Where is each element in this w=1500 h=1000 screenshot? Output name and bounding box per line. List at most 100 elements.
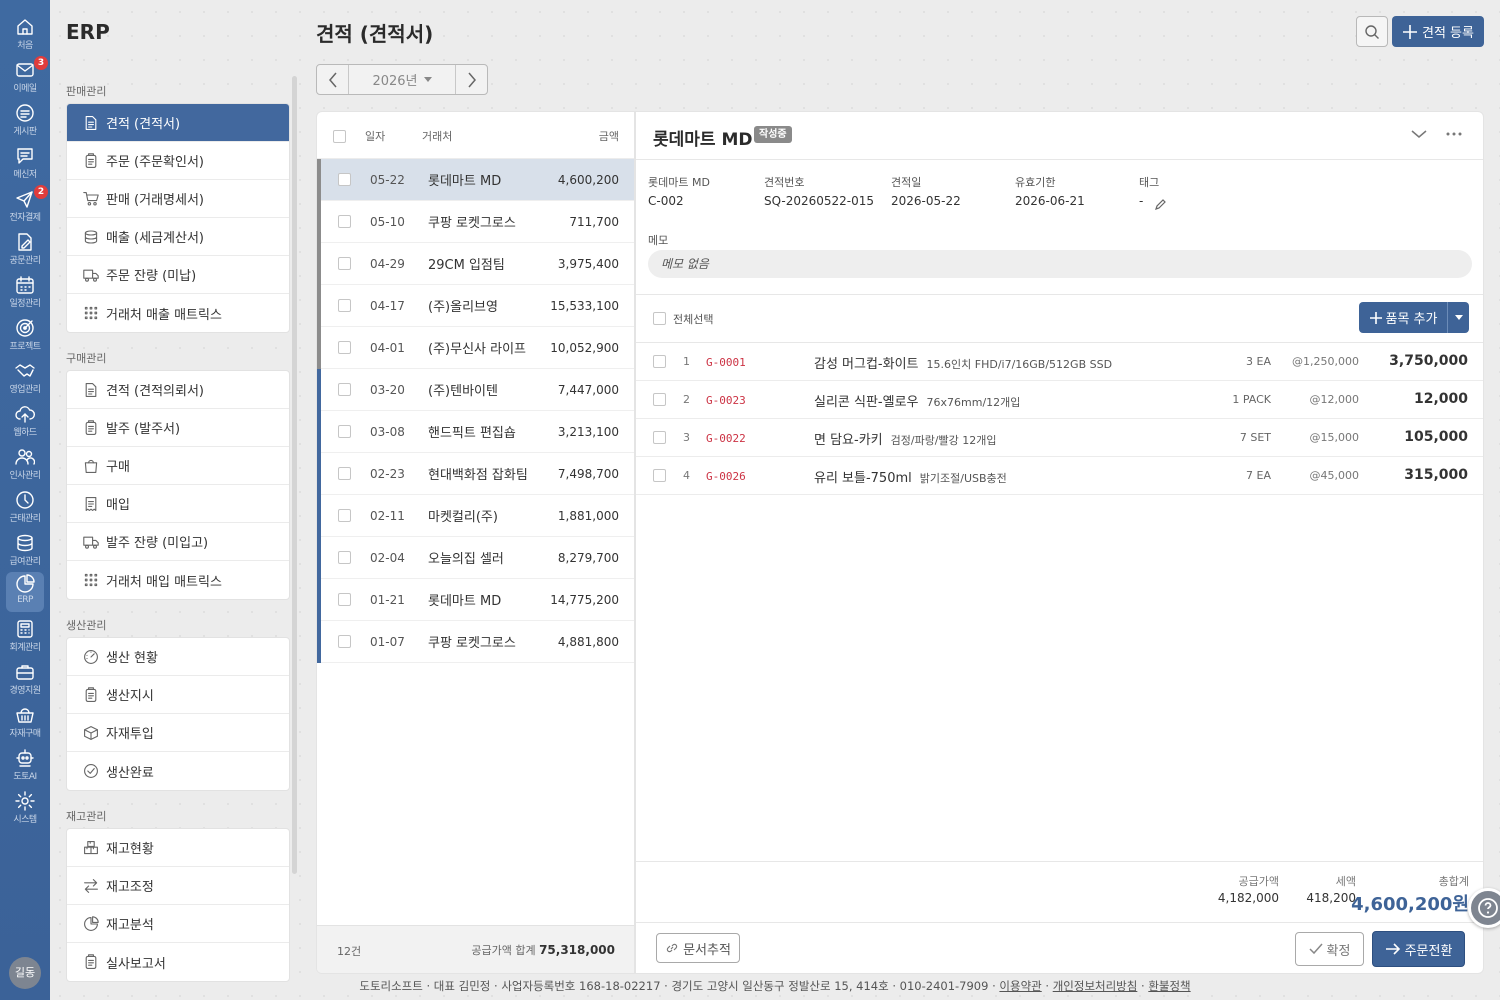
arrow-right-icon bbox=[1385, 943, 1400, 955]
row-checkbox[interactable] bbox=[338, 383, 351, 396]
convert-to-order-button[interactable]: 주문전환 bbox=[1372, 931, 1465, 967]
document-trace-button[interactable]: 문서추적 bbox=[656, 933, 740, 963]
rail-item-12[interactable]: 근태관리 bbox=[0, 488, 50, 528]
sidebar-item[interactable]: 판매 (거래명세서) bbox=[67, 180, 289, 218]
rail-item-6[interactable]: 공문관리 bbox=[0, 230, 50, 270]
rail-item-9[interactable]: 영업관리 bbox=[0, 359, 50, 399]
sidebar-scrollbar[interactable] bbox=[292, 76, 297, 874]
row-checkbox[interactable] bbox=[338, 635, 351, 648]
item-row[interactable]: 3 G-0022 면 담요-카키 검정/파랑/빨강 12개입 7 SET @15,000 1… bbox=[636, 419, 1483, 457]
item-row[interactable]: 4 G-0026 유리 보틀-750ml 밝기조절/USB충전 7 EA @45,000 3… bbox=[636, 457, 1483, 495]
prev-year-button[interactable] bbox=[317, 65, 348, 94]
row-checkbox[interactable] bbox=[338, 551, 351, 564]
add-item-button[interactable]: 품목 추가 bbox=[1359, 302, 1469, 333]
quote-list-row[interactable]: 05-10 쿠팡 로켓그로스 711,700 bbox=[317, 201, 634, 243]
item-row[interactable]: 1 G-0001 감성 머그컵-화이트 15.6인치 FHD/i7/16GB/512G… bbox=[636, 343, 1483, 381]
next-year-button[interactable] bbox=[456, 65, 487, 94]
item-select-all-checkbox[interactable] bbox=[653, 312, 666, 325]
rail-item-2[interactable]: 이메일 3 bbox=[0, 56, 50, 98]
more-icon[interactable] bbox=[1446, 132, 1462, 136]
item-checkbox[interactable] bbox=[653, 393, 666, 406]
memo-field[interactable]: 메모 없음 bbox=[648, 250, 1472, 278]
sidebar-item[interactable]: 구매 bbox=[67, 447, 289, 485]
add-quote-button[interactable]: 견적 등록 bbox=[1392, 16, 1484, 47]
rail-item-18[interactable]: 도토AI bbox=[0, 746, 50, 786]
pencil-icon[interactable] bbox=[1154, 198, 1167, 211]
quote-list-row[interactable]: 05-22 롯데마트 MD 4,600,200 bbox=[317, 159, 634, 201]
row-checkbox[interactable] bbox=[338, 593, 351, 606]
item-checkbox[interactable] bbox=[653, 469, 666, 482]
sidebar-item[interactable]: 재고현황 bbox=[67, 829, 289, 867]
sidebar-item[interactable]: 매입 bbox=[67, 485, 289, 523]
rail-item-15[interactable]: 회계관리 bbox=[0, 617, 50, 657]
sidebar-item[interactable]: 재고분석 bbox=[67, 905, 289, 943]
quote-list-row[interactable]: 04-29 29CM 입점팀 3,975,400 bbox=[317, 243, 634, 285]
list-select-all-checkbox[interactable] bbox=[333, 130, 346, 143]
sidebar-item[interactable]: 생산 현황 bbox=[67, 638, 289, 676]
rail-item-8[interactable]: 프로젝트 bbox=[0, 316, 50, 356]
add-item-main[interactable]: 품목 추가 bbox=[1359, 308, 1447, 327]
avatar[interactable]: 길동 bbox=[9, 957, 41, 989]
chevron-down-icon[interactable] bbox=[1411, 128, 1427, 140]
rail-item-17[interactable]: 자재구매 bbox=[0, 703, 50, 743]
item-row[interactable]: 2 G-0023 실리콘 식판-옐로우 76x76mm/12개입 1 PACK @12,0… bbox=[636, 381, 1483, 419]
rail-item-3[interactable]: 게시판 bbox=[0, 101, 50, 141]
coins-icon bbox=[17, 534, 33, 552]
item-total: 105,000 bbox=[1404, 429, 1468, 445]
footer-terms-link[interactable]: 이용약관 bbox=[999, 979, 1041, 993]
quote-list-row[interactable]: 03-08 핸드픽트 편집숍 3,213,100 bbox=[317, 411, 634, 453]
rail-item-7[interactable]: 일정관리 bbox=[0, 273, 50, 313]
rail-item-1[interactable]: 처음 bbox=[0, 15, 50, 55]
rail-item-16[interactable]: 경영지원 bbox=[0, 660, 50, 700]
item-checkbox[interactable] bbox=[653, 431, 666, 444]
rail-item-19[interactable]: 시스템 bbox=[0, 789, 50, 829]
sidebar-item[interactable]: 생산지시 bbox=[67, 676, 289, 714]
footer-privacy-link[interactable]: 개인정보처리방침 bbox=[1053, 979, 1138, 993]
row-checkbox[interactable] bbox=[338, 425, 351, 438]
rail-item-10[interactable]: 웹하드 bbox=[0, 402, 50, 442]
item-qty: 1 PACK bbox=[1232, 393, 1271, 406]
item-number: 2 bbox=[683, 393, 690, 406]
add-item-dropdown[interactable] bbox=[1448, 315, 1469, 320]
row-checkbox[interactable] bbox=[338, 341, 351, 354]
quote-list-row[interactable]: 03-20 (주)텐바이텐 7,447,000 bbox=[317, 369, 634, 411]
sidebar-item[interactable]: 견적 (견적의뢰서) bbox=[67, 371, 289, 409]
memo-label: 메모 bbox=[648, 234, 669, 247]
rail-item-13[interactable]: 급여관리 bbox=[0, 531, 50, 571]
confirm-button[interactable]: 확정 bbox=[1295, 932, 1364, 966]
rail-item-4[interactable]: 메신저 bbox=[0, 144, 50, 184]
sidebar-item[interactable]: 견적 (견적서) bbox=[67, 104, 289, 142]
sidebar-item[interactable]: 거래처 매입 매트릭스 bbox=[67, 561, 289, 599]
quote-list-row[interactable]: 01-07 쿠팡 로켓그로스 4,881,800 bbox=[317, 621, 634, 663]
rail-item-14[interactable]: ERP bbox=[6, 572, 44, 612]
quote-list-row[interactable]: 02-04 오늘의집 셀러 8,279,700 bbox=[317, 537, 634, 579]
sidebar-item[interactable]: 주문 (주문확인서) bbox=[67, 142, 289, 180]
row-checkbox[interactable] bbox=[338, 173, 351, 186]
row-checkbox[interactable] bbox=[338, 215, 351, 228]
sidebar-item[interactable]: 발주 (발주서) bbox=[67, 409, 289, 447]
quote-list-row[interactable]: 02-23 현대백화점 잡화팀 7,498,700 bbox=[317, 453, 634, 495]
item-checkbox[interactable] bbox=[653, 355, 666, 368]
year-select[interactable]: 2026년 bbox=[348, 65, 456, 94]
rail-item-11[interactable]: 인사관리 bbox=[0, 445, 50, 485]
sidebar-item[interactable]: 생산완료 bbox=[67, 752, 289, 790]
sidebar-item[interactable]: 실사보고서 bbox=[67, 943, 289, 981]
quote-list-row[interactable]: 02-11 마켓컬리(주) 1,881,000 bbox=[317, 495, 634, 537]
quote-list-row[interactable]: 04-01 (주)무신사 라이프 10,052,900 bbox=[317, 327, 634, 369]
search-button[interactable] bbox=[1356, 16, 1388, 47]
rail-item-5[interactable]: 전자결제 2 bbox=[0, 185, 50, 227]
sidebar-item[interactable]: 재고조정 bbox=[67, 867, 289, 905]
row-checkbox[interactable] bbox=[338, 257, 351, 270]
help-button[interactable] bbox=[1468, 888, 1500, 928]
sidebar-item[interactable]: 거래처 매출 매트릭스 bbox=[67, 294, 289, 332]
quote-list-row[interactable]: 04-17 (주)올리브영 15,533,100 bbox=[317, 285, 634, 327]
row-checkbox[interactable] bbox=[338, 299, 351, 312]
quote-list-row[interactable]: 01-21 롯데마트 MD 14,775,200 bbox=[317, 579, 634, 621]
footer-refund-link[interactable]: 환불정책 bbox=[1148, 979, 1190, 993]
sidebar-item[interactable]: 주문 잔량 (미납) bbox=[67, 256, 289, 294]
sidebar-item[interactable]: 자재투입 bbox=[67, 714, 289, 752]
row-checkbox[interactable] bbox=[338, 509, 351, 522]
sidebar-item[interactable]: 매출 (세금계산서) bbox=[67, 218, 289, 256]
row-checkbox[interactable] bbox=[338, 467, 351, 480]
sidebar-item[interactable]: 발주 잔량 (미입고) bbox=[67, 523, 289, 561]
